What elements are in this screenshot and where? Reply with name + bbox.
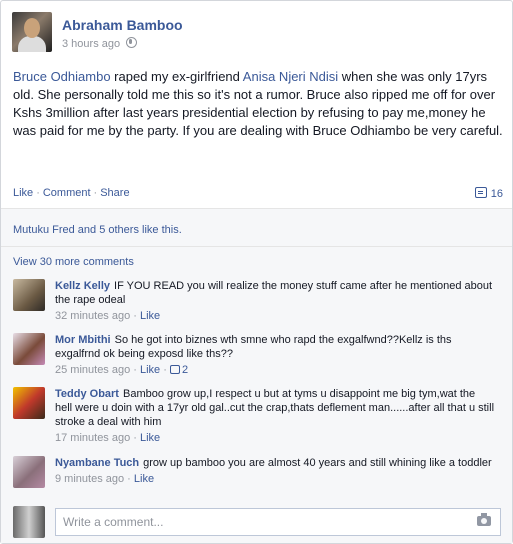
comment-time[interactable]: 17 minutes ago xyxy=(55,432,130,444)
separator: · xyxy=(36,187,40,199)
commenter-avatar[interactable] xyxy=(13,279,45,311)
comment-button[interactable]: Comment xyxy=(43,187,91,199)
comment-composer xyxy=(13,506,501,538)
like-button[interactable]: Like xyxy=(13,187,33,199)
view-more-comments-link[interactable]: View 30 more comments xyxy=(13,256,134,268)
mention-anisa-njeri-ndisi[interactable]: Anisa Njeri Ndisi xyxy=(243,69,338,84)
commenter-avatar[interactable] xyxy=(13,333,45,365)
comments-section: Mutuku Fred and 5 others like this. View… xyxy=(1,209,512,543)
write-comment-input[interactable] xyxy=(55,508,501,536)
comment-like-button[interactable]: Like xyxy=(140,364,160,376)
comment-body: Mor Mbithi So he got into biznes wth smne… xyxy=(55,333,495,377)
separator: · xyxy=(93,187,98,199)
divider xyxy=(1,246,512,247)
comment-meta: 25 minutes ago · Like · 2 xyxy=(55,364,189,376)
post-timestamp[interactable]: 3 hours ago xyxy=(62,38,120,50)
post-text-part-1: raped my ex-girlfriend xyxy=(110,69,243,84)
post-actions: Like · Comment · Share 16 xyxy=(13,187,503,200)
comment-body: Teddy Obart Bamboo grow up,I respect u bu… xyxy=(55,387,495,445)
comment-like-button[interactable]: Like xyxy=(140,310,160,322)
commenter-name[interactable]: Nyambane Tuch xyxy=(55,457,139,469)
facebook-post-card: Abraham Bamboo 3 hours ago Bruce Odhiamb… xyxy=(0,0,513,544)
share-button[interactable]: Share xyxy=(100,187,129,199)
likes-summary[interactable]: Mutuku Fred and 5 others like this. xyxy=(13,224,182,236)
comment-time[interactable]: 32 minutes ago xyxy=(55,310,130,322)
comment-icon xyxy=(474,187,487,198)
comment-text: grow up bamboo you are almost 40 years a… xyxy=(143,457,492,469)
comment-count[interactable]: 16 xyxy=(474,187,503,200)
comment-like-button[interactable]: Like xyxy=(140,432,160,444)
mention-bruce-odhiambo[interactable]: Bruce Odhiambo xyxy=(13,69,111,84)
current-user-avatar[interactable] xyxy=(13,506,45,538)
post-text: Bruce Odhiambo raped my ex-girlfriend An… xyxy=(13,68,503,140)
commenter-name[interactable]: Teddy Obart xyxy=(55,388,119,400)
commenter-name[interactable]: Mor Mbithi xyxy=(55,334,111,346)
comment-like-button[interactable]: Like xyxy=(134,473,154,485)
camera-icon[interactable] xyxy=(477,513,491,526)
comment-likes-count[interactable]: 2 xyxy=(169,364,189,376)
author-name[interactable]: Abraham Bamboo xyxy=(62,17,183,33)
globe-icon[interactable] xyxy=(126,37,138,48)
comment-meta: 9 minutes ago · Like xyxy=(55,473,155,485)
commenter-avatar[interactable] xyxy=(13,456,45,488)
comment-body: Kellz Kelly IF YOU READ you will realize … xyxy=(55,279,495,323)
comment-text: So he got into biznes wth smne who rapd … xyxy=(55,334,452,360)
comment-meta: 32 minutes ago · Like xyxy=(55,310,161,322)
comment-time[interactable]: 9 minutes ago xyxy=(55,473,124,485)
commenter-name[interactable]: Kellz Kelly xyxy=(55,280,110,292)
comment-meta: 17 minutes ago · Like xyxy=(55,432,161,444)
thumbs-up-icon xyxy=(169,365,180,374)
commenter-avatar[interactable] xyxy=(13,387,45,419)
comment-body: Nyambane Tuch grow up bamboo you are almo… xyxy=(55,456,495,486)
comment-text: Bamboo grow up,I respect u but at tyms u… xyxy=(55,388,495,428)
likes-summary-text[interactable]: Mutuku Fred and 5 others like this. xyxy=(13,224,182,236)
comment-likes-value: 2 xyxy=(181,364,189,376)
post-meta: 3 hours ago xyxy=(62,37,138,50)
author-avatar[interactable] xyxy=(12,12,52,52)
comment-time[interactable]: 25 minutes ago xyxy=(55,364,130,376)
comment-count-value: 16 xyxy=(490,188,503,200)
comment-text: IF YOU READ you will realize the money s… xyxy=(55,280,493,306)
